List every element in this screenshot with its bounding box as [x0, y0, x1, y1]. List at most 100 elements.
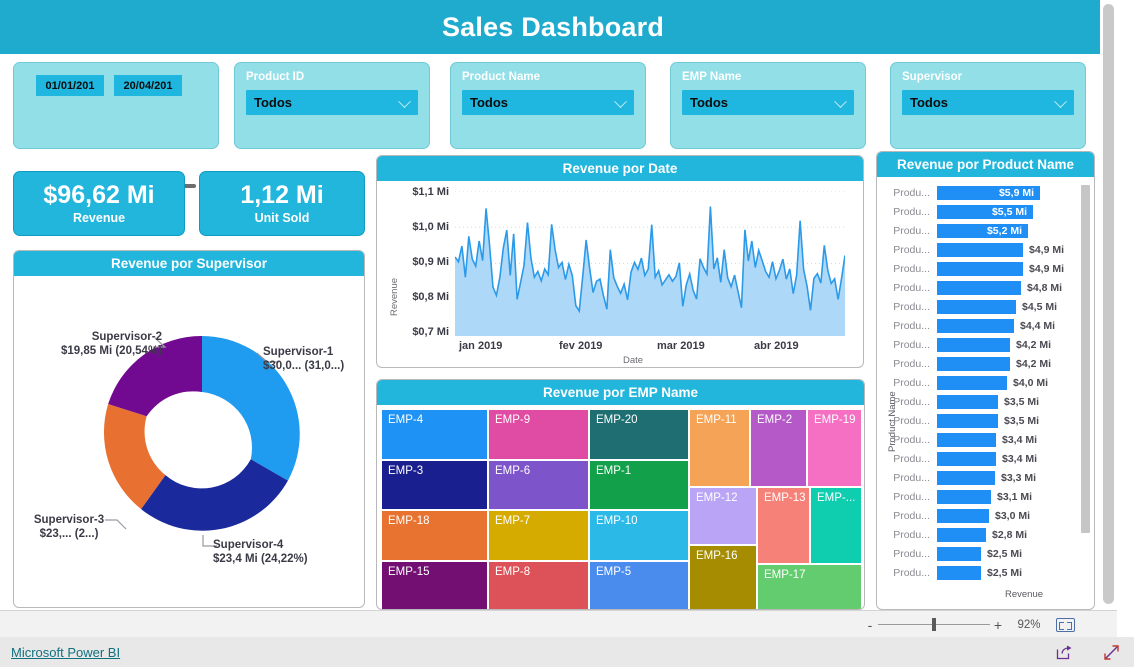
bar-chart-row[interactable]: Produ... $5,2 Mi — [887, 221, 1028, 240]
bar-chart-row[interactable]: Produ... $5,9 Mi — [887, 183, 1040, 202]
zoom-slider-track[interactable] — [878, 618, 990, 631]
treemap-tile-emp-11[interactable]: EMP-11 — [689, 409, 750, 487]
treemap-tile-emp-other[interactable]: EMP-... — [810, 487, 862, 564]
bar-chart-bar[interactable] — [937, 451, 996, 466]
bar-chart-row[interactable]: Produ... $4,4 Mi — [887, 316, 1055, 335]
treemap-tile-emp-7[interactable]: EMP-7 — [488, 510, 589, 561]
treemap-tile-emp-4[interactable]: EMP-4 — [381, 409, 488, 460]
slicer-emp-name-dropdown[interactable]: Todos — [682, 90, 854, 115]
bar-chart-bar[interactable] — [937, 356, 1010, 371]
bar-chart-bar[interactable] — [937, 432, 996, 447]
treemap-tile-emp-2[interactable]: EMP-2 — [750, 409, 807, 487]
bar-chart-row[interactable]: Produ... $4,2 Mi — [887, 354, 1051, 373]
treemap-tile-emp-5[interactable]: EMP-5 — [589, 561, 689, 609]
treemap-tile-emp-6[interactable]: EMP-6 — [488, 460, 589, 510]
area-chart-xtick-0: jan 2019 — [459, 340, 503, 352]
treemap-tile-emp-9[interactable]: EMP-9 — [488, 409, 589, 460]
bar-chart-row[interactable]: Produ... $4,2 Mi — [887, 335, 1051, 354]
date-end-field[interactable]: 20/04/201 — [114, 75, 182, 96]
bar-chart-row[interactable]: Produ... $3,4 Mi — [887, 449, 1037, 468]
bar-chart-bar[interactable]: $5,9 Mi — [937, 185, 1040, 200]
treemap-tile-emp-3[interactable]: EMP-3 — [381, 460, 488, 510]
bar-chart-row[interactable]: Produ... $2,8 Mi — [887, 525, 1027, 544]
bar-chart-row[interactable]: Produ... $4,9 Mi — [887, 259, 1064, 278]
bar-chart-row[interactable]: Produ... $4,5 Mi — [887, 297, 1057, 316]
page-scrollbar-thumb[interactable] — [1103, 4, 1114, 604]
treemap-tile-emp-19[interactable]: EMP-19 — [807, 409, 862, 487]
treemap-tile-emp-8[interactable]: EMP-8 — [488, 561, 589, 609]
bar-chart-row[interactable]: Produ... $3,4 Mi — [887, 430, 1037, 449]
kpi-card-revenue[interactable]: $96,62 Mi Revenue — [13, 171, 185, 236]
slicer-product-id[interactable]: Product ID Todos — [234, 62, 430, 149]
bar-chart-category-label: Produ... — [893, 186, 930, 199]
page-scrollbar[interactable] — [1100, 0, 1117, 610]
bar-chart-bar[interactable]: $5,5 Mi — [937, 204, 1033, 219]
kpi-card-unit-sold[interactable]: 1,12 Mi Unit Sold — [199, 171, 365, 236]
bar-chart-bar[interactable] — [937, 546, 981, 561]
zoom-slider-thumb[interactable] — [932, 618, 936, 631]
fit-to-page-icon[interactable] — [1056, 617, 1075, 632]
share-icon[interactable] — [1056, 644, 1073, 660]
bar-chart-row[interactable]: Produ... $3,5 Mi — [887, 392, 1039, 411]
bar-chart-value-label: $4,5 Mi — [1022, 300, 1058, 313]
bar-chart-bar[interactable] — [937, 489, 991, 504]
bar-chart-bar[interactable]: $5,2 Mi — [937, 223, 1028, 238]
bar-chart-row[interactable]: Produ... $2,5 Mi — [887, 544, 1022, 563]
bar-chart-bar[interactable] — [937, 299, 1016, 314]
bar-chart-bar[interactable] — [937, 565, 981, 580]
bar-chart-row[interactable]: Produ... $4,9 Mi — [887, 240, 1064, 259]
bar-chart-row[interactable]: Produ... $3,5 Mi — [887, 411, 1039, 430]
donut-slice-supervisor-4[interactable] — [141, 459, 288, 531]
treemap-tile-emp-10[interactable]: EMP-10 — [589, 510, 689, 561]
bar-chart-row[interactable]: Produ... $4,8 Mi — [887, 278, 1062, 297]
donut-label-supervisor-2-name: Supervisor-2 — [91, 331, 163, 343]
bar-chart-bar[interactable] — [937, 261, 1023, 276]
microsoft-power-bi-link[interactable]: Microsoft Power BI — [11, 645, 120, 660]
bar-chart-row[interactable]: Produ... $3,1 Mi — [887, 487, 1032, 506]
fullscreen-icon[interactable] — [1103, 644, 1120, 661]
treemap-tile-emp-16[interactable]: EMP-16 — [689, 545, 757, 609]
area-chart-plot[interactable] — [455, 191, 845, 336]
bar-chart-x-axis-title: Revenue — [1005, 589, 1044, 600]
bar-chart-bar[interactable] — [937, 242, 1023, 257]
area-chart-revenue-by-date[interactable]: Revenue por Date Revenue $1,1 Mi $1,0 Mi… — [376, 155, 864, 368]
donut-chart-revenue-by-supervisor[interactable]: Revenue por Supervisor Supervisor-1 $30,… — [13, 250, 365, 608]
bar-chart-bar[interactable] — [937, 394, 998, 409]
treemap-tile-emp-13[interactable]: EMP-13 — [757, 487, 810, 564]
treemap-tile-emp-17[interactable]: EMP-17 — [757, 564, 862, 609]
date-start-field[interactable]: 01/01/201 — [36, 75, 104, 96]
bar-chart-scrollbar[interactable] — [1081, 185, 1090, 533]
bar-chart-bar[interactable] — [937, 318, 1014, 333]
bar-chart-bar[interactable] — [937, 280, 1021, 295]
slicer-emp-name[interactable]: EMP Name Todos — [670, 62, 866, 149]
bar-chart-row[interactable]: Produ... $2,5 Mi — [887, 563, 1022, 582]
bar-chart-bar[interactable] — [937, 527, 986, 542]
slicer-product-name[interactable]: Product Name Todos — [450, 62, 646, 149]
treemap-tile-emp-20[interactable]: EMP-20 — [589, 409, 689, 460]
slicer-product-name-dropdown[interactable]: Todos — [462, 90, 634, 115]
treemap-revenue-by-emp-name[interactable]: Revenue por EMP Name EMP-4 EMP-9 EMP-20 EMP… — [376, 379, 865, 610]
treemap-plot[interactable]: EMP-4 EMP-9 EMP-20 EMP-11 EMP-2 EMP-19 EMP-3 EM… — [381, 409, 862, 609]
bar-chart-bar[interactable] — [937, 375, 1007, 390]
bar-chart-value-label: $5,9 Mi — [998, 186, 1034, 199]
treemap-tile-emp-18[interactable]: EMP-18 — [381, 510, 488, 561]
bar-chart-row[interactable]: Produ... $4,0 Mi — [887, 373, 1048, 392]
zoom-control[interactable]: - + 92% — [862, 611, 1075, 638]
bar-chart-bar[interactable] — [937, 337, 1010, 352]
bar-chart-row[interactable]: Produ... $3,0 Mi — [887, 506, 1030, 525]
bar-chart-bar[interactable] — [937, 508, 989, 523]
bar-chart-bar[interactable] — [937, 413, 998, 428]
slicer-supervisor-dropdown[interactable]: Todos — [902, 90, 1074, 115]
treemap-tile-emp-1[interactable]: EMP-1 — [589, 460, 689, 510]
date-range-slicer[interactable]: 01/01/201 20/04/201 — [13, 62, 226, 198]
zoom-in-button[interactable]: + — [990, 617, 1006, 633]
treemap-tile-emp-12[interactable]: EMP-12 — [689, 487, 757, 545]
treemap-tile-emp-15[interactable]: EMP-15 — [381, 561, 488, 609]
slicer-product-id-dropdown[interactable]: Todos — [246, 90, 418, 115]
bar-chart-bar[interactable] — [937, 470, 995, 485]
bar-chart-row[interactable]: Produ... $5,5 Mi — [887, 202, 1033, 221]
slicer-supervisor[interactable]: Supervisor Todos — [890, 62, 1086, 149]
bar-chart-revenue-by-product-name[interactable]: Revenue por Product Name Product Name Pr… — [876, 151, 1095, 610]
zoom-out-button[interactable]: - — [862, 617, 878, 633]
bar-chart-row[interactable]: Produ... $3,3 Mi — [887, 468, 1036, 487]
